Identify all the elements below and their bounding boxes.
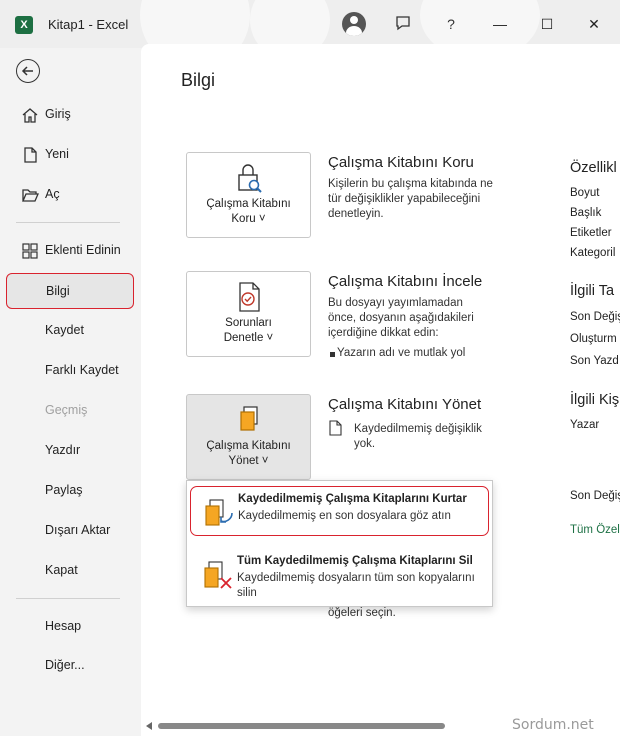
section-description: Kaydedilmemiş değişiklik yok.	[354, 423, 482, 450]
sidebar-item-label: Geçmiş	[45, 403, 88, 417]
recover-unsaved-workbooks-item[interactable]: Kaydedilmemiş Çalışma Kitaplarını Kurtar…	[190, 486, 489, 536]
sidebar-item-label: Yazdır	[45, 443, 81, 457]
scrollbar-thumb[interactable]	[158, 723, 445, 729]
help-icon[interactable]: ?	[441, 14, 461, 34]
sidebar-item-save-as[interactable]: Farklı Kaydet	[6, 353, 134, 389]
delete-unsaved-workbooks-item[interactable]: Tüm Kaydedilmemiş Çalışma Kitaplarını Si…	[190, 549, 489, 599]
excel-logo-icon: X	[15, 16, 33, 34]
sidebar-item-history: Geçmiş	[6, 393, 134, 429]
button-label: Çalışma Kitabını	[206, 440, 291, 452]
title-bar: X Kitap1 - Excel ? — ☐ ✕	[0, 0, 620, 70]
sidebar-item-get-add-ins[interactable]: Eklenti Edinin	[6, 233, 134, 269]
sidebar-item-label: Giriş	[45, 107, 71, 121]
sidebar-item-label: Kaydet	[45, 323, 84, 337]
sidebar-item-share[interactable]: Paylaş	[6, 473, 134, 509]
document-icon	[329, 420, 342, 436]
sidebar-item-more[interactable]: Diğer...	[6, 648, 134, 684]
recover-document-icon	[205, 499, 233, 526]
date-label: Son Yazd	[570, 355, 619, 367]
show-all-properties-link[interactable]: Tüm Özel	[570, 524, 620, 536]
window-title: Kitap1 - Excel	[48, 17, 129, 32]
date-label: Son Değiş	[570, 311, 620, 323]
button-label: Sorunları	[225, 317, 272, 329]
arrow-left-icon	[21, 66, 33, 76]
section-title: Çalışma Kitabını Yönet	[328, 396, 482, 413]
sidebar-item-label: Kapat	[45, 563, 78, 577]
page-title: Bilgi	[181, 70, 216, 90]
protect-workbook-button[interactable]: Çalışma Kitabını Koru ˅	[186, 152, 311, 238]
account-avatar[interactable]	[342, 12, 366, 36]
sidebar-item-info[interactable]: Bilgi	[6, 273, 134, 309]
related-people-heading: İlgili Kiş	[570, 392, 620, 408]
back-button[interactable]	[16, 59, 40, 83]
sidebar-item-home[interactable]: Giriş	[6, 97, 134, 133]
sidebar-item-label: Bilgi	[46, 284, 70, 298]
backstage-sidebar: Giriş Yeni Aç Eklenti Edinin Bilgi Kayde…	[0, 48, 140, 736]
watermark: Sordum.net	[512, 717, 594, 733]
menu-item-title: Kaydedilmemiş Çalışma Kitaplarını Kurtar	[238, 493, 467, 505]
sidebar-item-label: Eklenti Edinin	[45, 243, 121, 257]
document-check-icon	[239, 282, 260, 312]
manage-versions-icon	[240, 406, 258, 431]
last-modified-by-label: Son Değiş	[570, 490, 620, 502]
info-panel: Bilgi Çalışma Kitabını Koru ˅ Çalışma Ki…	[141, 44, 620, 736]
new-document-icon	[24, 147, 37, 163]
sidebar-divider	[16, 598, 120, 599]
button-label: Denetle ˅	[223, 332, 274, 344]
sidebar-item-label: Dışarı Aktar	[45, 523, 111, 537]
property-label: Kategoril	[570, 247, 616, 259]
button-label: Çalışma Kitabını	[206, 198, 291, 210]
button-label: Koru ˅	[231, 213, 266, 225]
feedback-icon[interactable]	[393, 14, 413, 34]
button-label: Yönet ˅	[228, 455, 269, 467]
lock-search-icon	[238, 164, 262, 193]
sidebar-item-label: Paylaş	[45, 483, 83, 497]
date-label: Oluşturm	[570, 333, 617, 345]
property-label: Boyut	[570, 187, 600, 199]
manage-workbook-button[interactable]: Çalışma Kitabını Yönet ˅	[186, 394, 311, 480]
property-label: Etiketler	[570, 227, 612, 239]
sidebar-item-open[interactable]: Aç	[6, 177, 134, 213]
partially-hidden-text: öğeleri seçin.	[328, 607, 396, 619]
bullet-item: Yazarın adı ve mutlak yol	[329, 347, 466, 359]
related-dates-heading: İlgili Ta	[570, 283, 615, 299]
sidebar-item-new[interactable]: Yeni	[6, 137, 134, 173]
manage-workbook-menu: Kaydedilmemiş Çalışma Kitaplarını Kurtar…	[186, 480, 493, 607]
delete-document-icon	[204, 561, 232, 589]
sidebar-item-print[interactable]: Yazdır	[6, 433, 134, 469]
sidebar-divider	[16, 222, 120, 223]
sidebar-item-label: Diğer...	[45, 658, 85, 672]
section-title: Çalışma Kitabını Koru	[328, 154, 474, 171]
folder-open-icon	[22, 189, 39, 202]
scroll-left-arrow-icon[interactable]	[146, 722, 152, 730]
people-label: Yazar	[570, 419, 600, 431]
section-description: Kişilerin bu çalışma kitabında ne tür de…	[328, 178, 493, 220]
add-ins-icon	[22, 243, 38, 259]
home-icon	[22, 108, 38, 123]
sidebar-item-save[interactable]: Kaydet	[6, 313, 134, 349]
section-title: Çalışma Kitabını İncele	[328, 273, 483, 290]
sidebar-item-label: Hesap	[45, 619, 82, 633]
close-button[interactable]: ✕	[584, 14, 604, 34]
check-for-issues-button[interactable]: Sorunları Denetle ˅	[186, 271, 311, 357]
sidebar-item-label: Farklı Kaydet	[45, 363, 119, 377]
sidebar-item-label: Yeni	[45, 147, 69, 161]
sidebar-item-label: Aç	[45, 187, 60, 201]
minimize-button[interactable]: —	[490, 14, 510, 34]
sidebar-item-export[interactable]: Dışarı Aktar	[6, 513, 134, 549]
maximize-button[interactable]: ☐	[537, 14, 557, 34]
menu-item-description: Kaydedilmemiş en son dosyalara göz atın	[238, 510, 451, 522]
properties-heading: Özellikl	[570, 160, 617, 176]
menu-item-description: Kaydedilmemiş dosyaların tüm son kopyala…	[237, 572, 475, 599]
sidebar-item-close[interactable]: Kapat	[6, 553, 134, 589]
property-label: Başlık	[570, 207, 602, 219]
sidebar-item-account[interactable]: Hesap	[6, 609, 134, 645]
section-description: Bu dosyayı yayımlamadan önce, dosyanın a…	[328, 297, 474, 339]
menu-item-title: Tüm Kaydedilmemiş Çalışma Kitaplarını Si…	[237, 555, 473, 567]
